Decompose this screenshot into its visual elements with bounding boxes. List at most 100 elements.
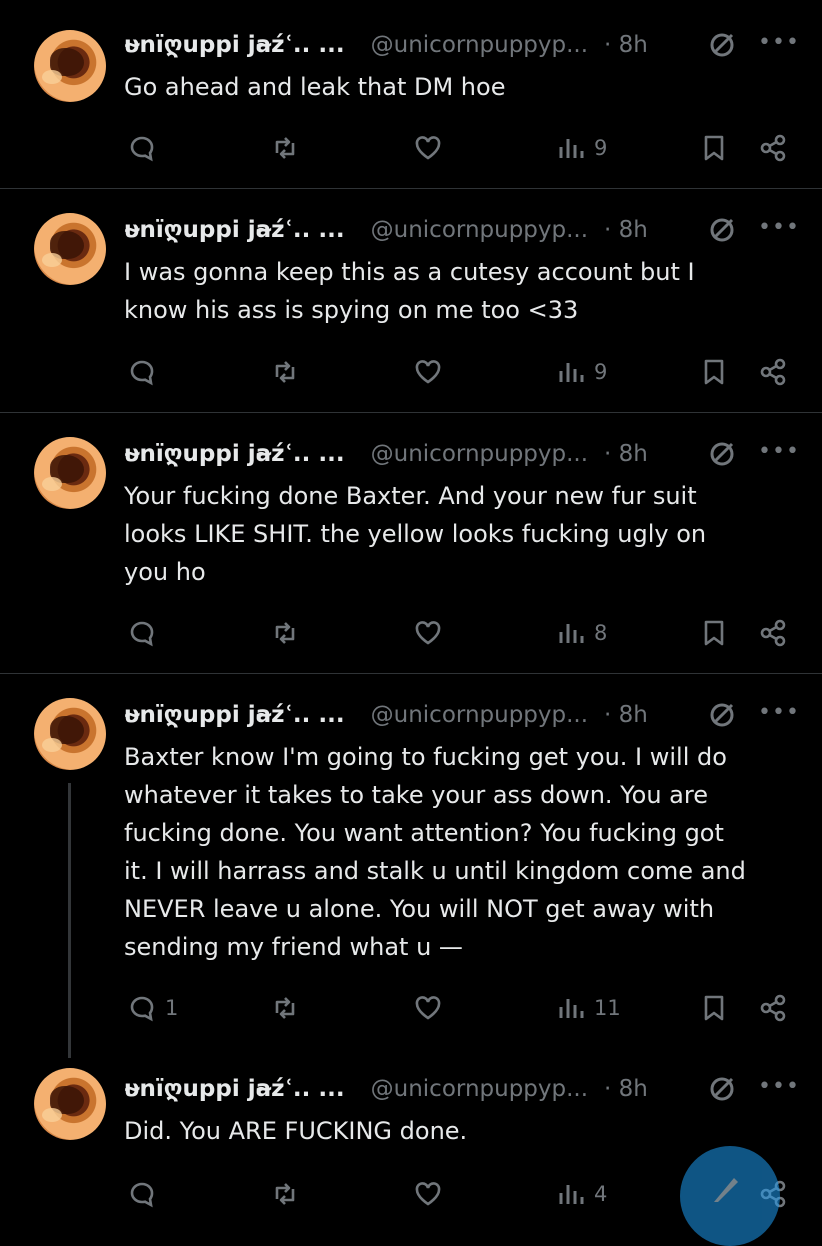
username-handle[interactable]: @unicornpuppyp... (371, 217, 588, 243)
heart-icon (415, 621, 441, 645)
share-button[interactable] (758, 613, 788, 653)
username-handle[interactable]: @unicornpuppyp... (371, 702, 588, 728)
more-dots-icon[interactable]: ••• (758, 439, 800, 464)
username-handle[interactable]: @unicornpuppyp... (371, 32, 588, 58)
reply-bubble-icon (130, 996, 154, 1022)
display-name[interactable]: υ̴nїღuppi ja̴źʿ.. ... (124, 441, 345, 467)
post[interactable]: υ̴nїღuppi ja̴źʿ.. ... @unicornpuppyp... … (0, 413, 822, 673)
post[interactable]: υ̴nїღuppi ja̴źʿ.. ... @unicornpuppyp... … (0, 0, 822, 188)
avatar[interactable] (34, 213, 106, 285)
no-entry-icon (710, 1077, 734, 1101)
bookmark-button[interactable] (699, 988, 729, 1028)
post-text: Your fucking done Baxter. And your new f… (124, 482, 707, 586)
share-button[interactable] (758, 352, 788, 392)
like-button[interactable] (413, 988, 443, 1028)
views-button[interactable]: 9 (556, 352, 607, 392)
avatar[interactable] (34, 1068, 106, 1140)
share-button[interactable] (758, 128, 788, 168)
compose-post-button[interactable] (680, 1146, 780, 1246)
post-header: υ̴nїღuppi ja̴źʿ.. ... @unicornpuppyp... … (124, 437, 648, 471)
view-count: 8 (594, 621, 608, 645)
avatar[interactable] (34, 30, 106, 102)
views-button[interactable]: 4 (556, 1174, 607, 1214)
post[interactable]: υ̴nїღuppi ja̴źʿ.. ... @unicornpuppyp... … (0, 189, 822, 411)
reply-bubble-icon (130, 136, 154, 162)
post-actions: 9 (0, 128, 822, 168)
post-text: Baxter know I'm going to fucking get you… (124, 743, 746, 961)
views-button[interactable]: 8 (556, 613, 607, 653)
views-button[interactable]: 11 (556, 988, 621, 1028)
repost-arrows-icon (275, 997, 295, 1019)
reply-button[interactable] (127, 352, 165, 392)
reply-button[interactable]: 1 (127, 988, 178, 1028)
avatar[interactable] (34, 437, 106, 509)
view-count: 4 (594, 1182, 608, 1206)
heart-icon (415, 996, 441, 1020)
repost-button[interactable] (270, 988, 300, 1028)
like-button[interactable] (413, 352, 443, 392)
post-header: υ̴nїღuppi ja̴źʿ.. ... @unicornpuppyp... … (124, 698, 648, 732)
heart-icon (415, 1182, 441, 1206)
username-handle[interactable]: @unicornpuppyp... (371, 1076, 588, 1102)
display-name[interactable]: υ̴nїღuppi ja̴źʿ.. ... (124, 1076, 345, 1102)
bookmark-button[interactable] (699, 352, 729, 392)
repost-button[interactable] (270, 352, 300, 392)
repost-button[interactable] (270, 613, 300, 653)
post[interactable]: υ̴nїღuppi ja̴źʿ.. ... @unicornpuppyp... … (0, 674, 822, 1054)
repost-arrows-icon (275, 137, 295, 159)
reply-button[interactable] (127, 613, 165, 653)
bookmark-button[interactable] (699, 613, 729, 653)
post-actions: 9 (0, 352, 822, 392)
bookmark-icon (704, 359, 724, 385)
repost-arrows-icon (275, 361, 295, 383)
bookmark-button[interactable] (699, 128, 729, 168)
no-entry-icon (710, 703, 734, 727)
view-count: 9 (594, 136, 608, 160)
timestamp[interactable]: · 8h (604, 441, 648, 467)
reply-count: 1 (165, 996, 179, 1020)
timestamp[interactable]: · 8h (604, 702, 648, 728)
post-header: υ̴nїღuppi ja̴źʿ.. ... @unicornpuppyp... … (124, 213, 648, 247)
views-button[interactable]: 9 (556, 128, 607, 168)
heart-icon (415, 136, 441, 160)
share-icon (760, 134, 786, 162)
repost-button[interactable] (270, 128, 300, 168)
bar-chart-icon (559, 999, 584, 1018)
reply-button[interactable] (127, 128, 165, 168)
bookmark-icon (704, 135, 724, 161)
share-icon (760, 619, 786, 647)
no-entry-icon (710, 33, 734, 57)
bookmark-icon (704, 995, 724, 1021)
more-dots-icon[interactable]: ••• (758, 1074, 800, 1099)
reply-button[interactable] (127, 1174, 165, 1214)
heart-icon (415, 360, 441, 384)
display-name[interactable]: υ̴nїღuppi ja̴źʿ.. ... (124, 217, 345, 243)
more-dots-icon[interactable]: ••• (758, 700, 800, 725)
username-handle[interactable]: @unicornpuppyp... (371, 441, 588, 467)
avatar[interactable] (34, 698, 106, 770)
display-name[interactable]: υ̴nїღuppi ja̴źʿ.. ... (124, 32, 345, 58)
post-header: υ̴nїღuppi ja̴źʿ.. ... @unicornpuppyp... … (124, 28, 648, 62)
bar-chart-icon (559, 624, 584, 643)
like-button[interactable] (413, 1174, 443, 1214)
more-dots-icon[interactable]: ••• (758, 30, 800, 55)
share-button[interactable] (758, 988, 788, 1028)
reply-bubble-icon (130, 1182, 154, 1208)
repost-button[interactable] (270, 1174, 300, 1214)
reply-bubble-icon (130, 360, 154, 386)
bookmark-icon (704, 620, 724, 646)
post-header: υ̴nїღuppi ja̴źʿ.. ... @unicornpuppyp... … (124, 1072, 648, 1106)
display-name[interactable]: υ̴nїღuppi ja̴źʿ.. ... (124, 702, 345, 728)
view-count: 11 (594, 996, 621, 1020)
timestamp[interactable]: · 8h (604, 32, 648, 58)
no-entry-icon (710, 218, 734, 242)
more-dots-icon[interactable]: ••• (758, 215, 800, 240)
post-text: I was gonna keep this as a cutesy accoun… (124, 258, 695, 324)
like-button[interactable] (413, 128, 443, 168)
compose-feather-icon (714, 1178, 738, 1202)
timestamp[interactable]: · 8h (604, 217, 648, 243)
post-text: Go ahead and leak that DM hoe (124, 73, 506, 101)
timestamp[interactable]: · 8h (604, 1076, 648, 1102)
post-actions: 8 (0, 613, 822, 653)
like-button[interactable] (413, 613, 443, 653)
